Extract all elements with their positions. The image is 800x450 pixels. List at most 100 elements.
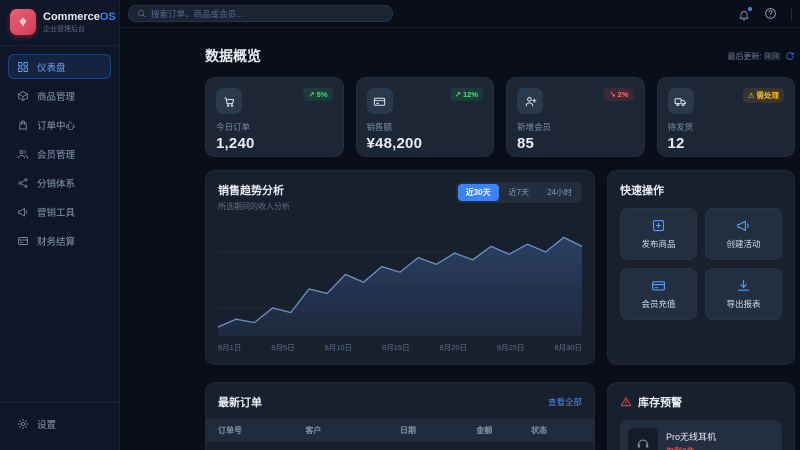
- sidebar-item-settings[interactable]: 设置: [8, 411, 111, 436]
- view-all-link[interactable]: 查看全部: [548, 396, 582, 408]
- users-icon: [17, 148, 29, 160]
- order-row[interactable]: #ORD-00921 J. Smith 2023-10-24 ¥120.50 已…: [218, 442, 582, 450]
- chart-subtitle: 所选期间的收入分析: [218, 201, 290, 212]
- stat-card[interactable]: ↗12% 销售额 ¥48,200: [356, 77, 495, 157]
- bag-icon: [17, 119, 29, 131]
- warning-triangle-icon: [620, 396, 632, 408]
- sidebar-item-label: 仪表盘: [37, 60, 66, 74]
- sales-trend-panel: 销售趋势分析 所选期间的收入分析 近30天 近7天 24小时: [205, 170, 595, 365]
- stat-trend-badge: ↘2%: [604, 88, 633, 101]
- column-header: 客户: [305, 425, 400, 436]
- sidebar-item-label: 设置: [37, 417, 56, 431]
- sales-area-chart: 8月1日 8月5日 8月10日 8月15日 8月20日 8月25日 8月30日: [218, 222, 582, 353]
- sidebar-footer: 设置: [0, 402, 119, 444]
- stat-value: 12: [668, 135, 785, 152]
- sidebar-item-label: 财务结算: [37, 234, 75, 248]
- orders-title: 最新订单: [218, 394, 262, 410]
- stat-value: 85: [517, 135, 634, 152]
- brand-subtitle: 企业管理后台: [43, 24, 116, 34]
- topbar: [120, 0, 800, 28]
- quick-actions-grid: 发布商品 创建活动 会员充值: [620, 208, 782, 320]
- gem-icon: [17, 16, 29, 28]
- stat-value: ¥48,200: [367, 135, 484, 152]
- range-tab[interactable]: 近30天: [458, 184, 499, 201]
- inventory-item[interactable]: Pro无线耳机 仅剩3件: [620, 420, 782, 450]
- brand-name-accent: OS: [100, 11, 116, 23]
- sidebar-item[interactable]: 商品管理: [8, 83, 111, 108]
- quick-action-button[interactable]: 发布商品: [620, 208, 697, 260]
- sidebar-item-label: 营销工具: [37, 205, 75, 219]
- stat-card[interactable]: ↘2% 新增会员 85: [506, 77, 645, 157]
- megaphone-icon: [17, 206, 29, 218]
- dashboard-icon: [17, 61, 29, 73]
- stat-trend-badge: ↗12%: [450, 88, 483, 101]
- column-header: 订单号: [218, 425, 305, 436]
- megaphone-icon: [736, 218, 751, 233]
- sidebar-item[interactable]: 会员管理: [8, 141, 111, 166]
- sidebar-item-label: 分销体系: [37, 176, 75, 190]
- stat-card[interactable]: ⚠需处理 待发货 12: [657, 77, 796, 157]
- inventory-alert-panel: 库存预警 Pro无线耳机 仅剩3件: [607, 382, 795, 450]
- inventory-title: 库存预警: [638, 394, 682, 410]
- quick-action-label: 发布商品: [641, 238, 675, 250]
- sidebar-item-label: 商品管理: [37, 89, 75, 103]
- chart-title: 销售趋势分析: [218, 182, 290, 198]
- range-tab[interactable]: 近7天: [501, 184, 537, 201]
- range-tab[interactable]: 24小时: [539, 184, 580, 201]
- x-tick-label: 8月1日: [218, 342, 241, 353]
- box-icon: [17, 90, 29, 102]
- sidebar-item[interactable]: 分销体系: [8, 170, 111, 195]
- main-area: 数据概览 最后更新: 刚刚 ↗5% 今日订单 1,240: [120, 0, 800, 450]
- cart-icon: [223, 95, 236, 108]
- truck-icon: [674, 95, 687, 108]
- sidebar-item[interactable]: 财务结算: [8, 228, 111, 253]
- orders-table-body: #ORD-00921 J. Smith 2023-10-24 ¥120.50 已…: [218, 442, 582, 450]
- x-tick-label: 8月5日: [271, 342, 294, 353]
- x-tick-label: 8月15日: [382, 342, 410, 353]
- quick-action-button[interactable]: 导出报表: [705, 268, 782, 320]
- stat-label: 今日订单: [216, 121, 333, 133]
- x-tick-label: 8月25日: [497, 342, 525, 353]
- help-icon[interactable]: [764, 7, 777, 20]
- headphones-icon: [636, 436, 650, 450]
- quick-action-label: 创建活动: [726, 238, 760, 250]
- area-chart-svg: [218, 222, 582, 338]
- x-tick-label: 8月20日: [440, 342, 468, 353]
- finance-icon: [17, 235, 29, 247]
- refresh-icon[interactable]: [785, 51, 795, 61]
- quick-actions-panel: 快速操作 发布商品 创建活动: [607, 170, 795, 365]
- search-input[interactable]: [151, 9, 384, 19]
- share-icon: [17, 177, 29, 189]
- sidebar-item[interactable]: 仪表盘: [8, 54, 111, 79]
- stat-label: 待发货: [668, 121, 785, 133]
- notification-dot: [748, 7, 752, 11]
- credit-card-icon: [373, 95, 386, 108]
- sidebar-nav: 仪表盘 商品管理 订单中心 会员管理 分销体系: [0, 46, 119, 402]
- stat-trend-badge: ↗5%: [303, 88, 332, 101]
- x-tick-label: 8月10日: [325, 342, 353, 353]
- stock-warning: 仅剩3件: [666, 446, 716, 450]
- quick-action-button[interactable]: 创建活动: [705, 208, 782, 260]
- brand-name: CommerceOS: [43, 11, 116, 23]
- stats-row: ↗5% 今日订单 1,240 ↗12% 销售额 ¥48,200: [205, 77, 795, 157]
- stat-card[interactable]: ↗5% 今日订单 1,240: [205, 77, 344, 157]
- x-tick-label: 8月30日: [554, 342, 582, 353]
- sidebar-item[interactable]: 订单中心: [8, 112, 111, 137]
- sidebar-item[interactable]: 营销工具: [8, 199, 111, 224]
- gear-icon: [17, 418, 29, 430]
- orders-table-header: 订单号客户日期金额状态: [206, 419, 594, 442]
- global-search[interactable]: [128, 5, 393, 22]
- quick-actions-title: 快速操作: [620, 182, 782, 198]
- sidebar: CommerceOS 企业管理后台 仪表盘 商品管理 订单中心 会员管理: [0, 0, 120, 450]
- stat-label: 新增会员: [517, 121, 634, 133]
- notifications-button[interactable]: [738, 8, 750, 20]
- column-header: 状态: [531, 425, 582, 436]
- column-header: 日期: [400, 425, 476, 436]
- last-updated-text: 最后更新: 刚刚: [728, 51, 780, 62]
- brand-name-primary: Commerce: [43, 11, 100, 23]
- search-icon: [137, 9, 146, 18]
- stat-value: 1,240: [216, 135, 333, 152]
- quick-action-button[interactable]: 会员充值: [620, 268, 697, 320]
- user-plus-icon: [524, 95, 537, 108]
- download-icon: [736, 278, 751, 293]
